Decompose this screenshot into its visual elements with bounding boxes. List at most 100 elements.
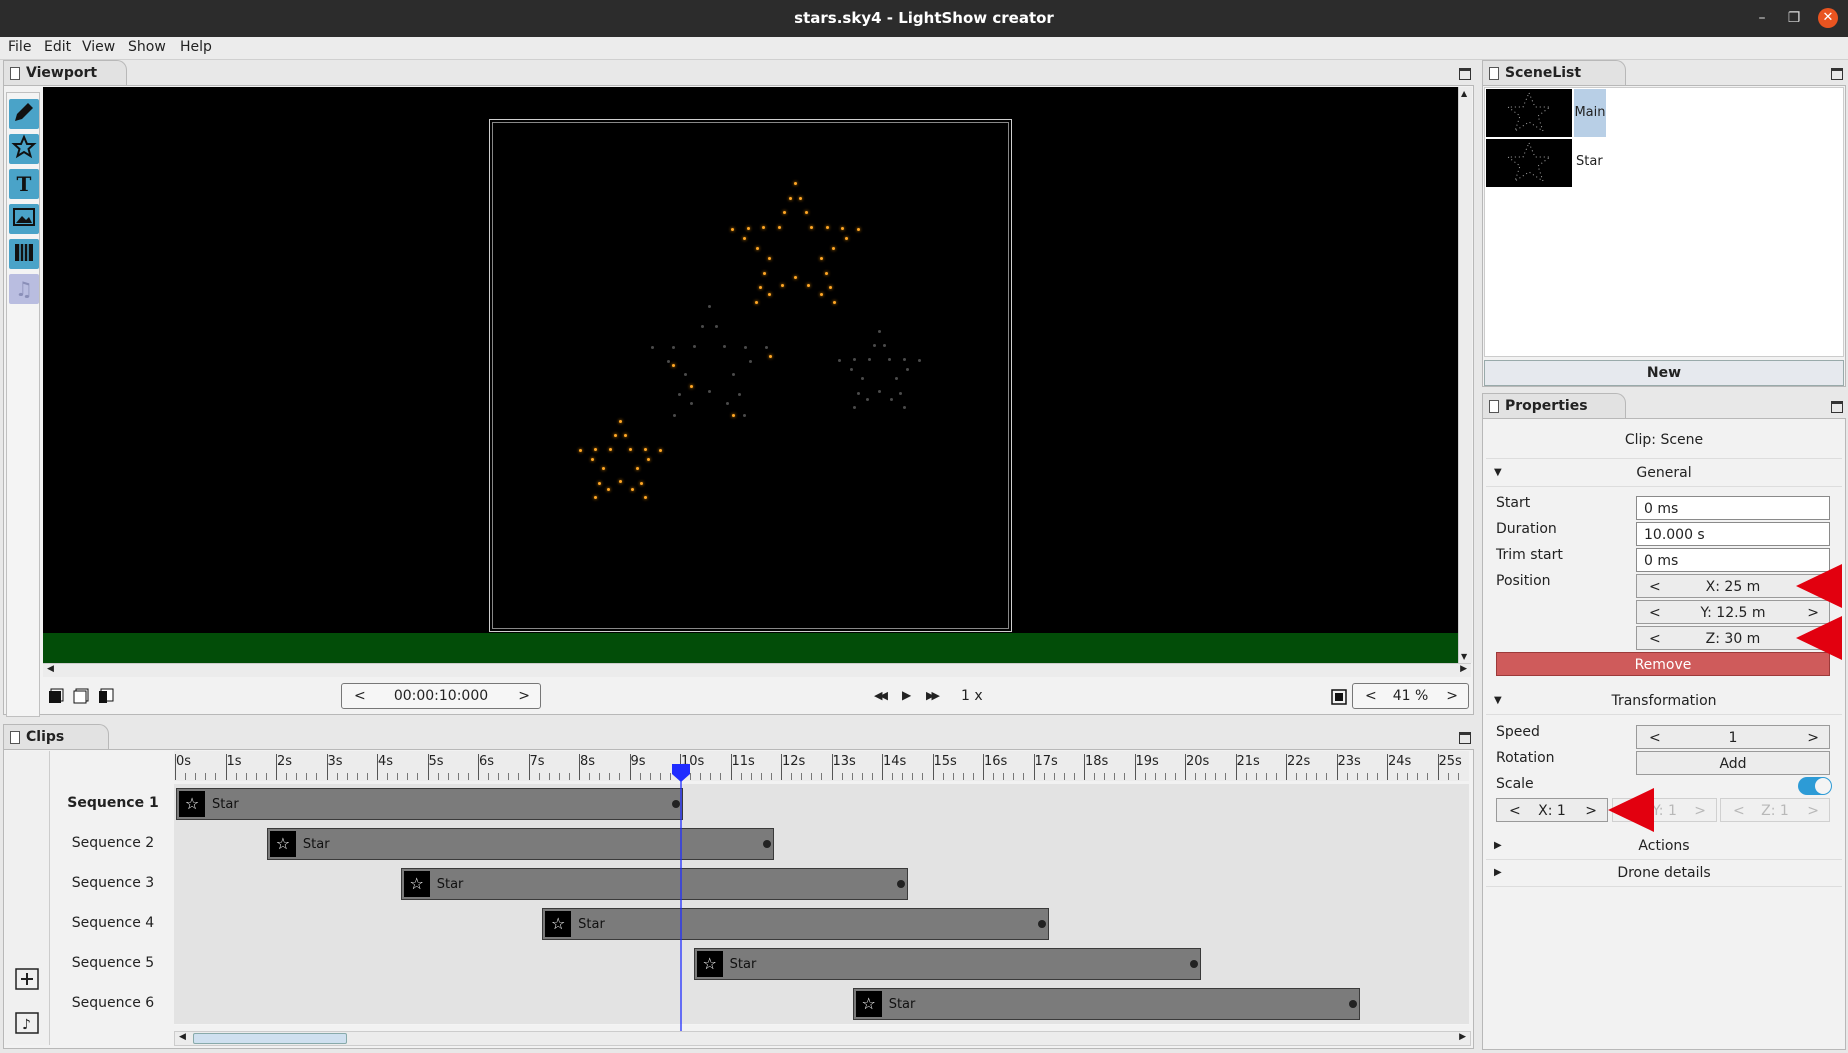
- tick-mark: [225, 754, 227, 780]
- sequence-track[interactable]: ☆ Star: [174, 984, 1469, 1025]
- zoom-field[interactable]: < 41 % >: [1352, 683, 1469, 709]
- general-section-header[interactable]: ▼ General: [1486, 460, 1842, 487]
- actions-section-header[interactable]: ▶ Actions: [1486, 833, 1842, 860]
- scrollbar-thumb[interactable]: [193, 1033, 347, 1044]
- maximize-icon[interactable]: [1459, 732, 1471, 744]
- tick-mark: [1134, 754, 1136, 780]
- tick-mark: [892, 773, 894, 780]
- close-button[interactable]: ✕: [1818, 8, 1838, 28]
- tick-mark: [1053, 773, 1055, 780]
- sequence-label[interactable]: Sequence 4: [52, 915, 174, 931]
- menu-help[interactable]: Help: [180, 39, 212, 55]
- clip-block[interactable]: ☆ Star: [400, 868, 908, 900]
- sequence-track[interactable]: ☆ Star: [174, 944, 1469, 985]
- tick-mark: [1255, 773, 1257, 780]
- drone-light: [613, 433, 617, 437]
- clips-tab[interactable]: Clips: [3, 724, 109, 749]
- sequence-track[interactable]: ☆ Star: [174, 904, 1469, 945]
- fit-view-icon[interactable]: [1330, 688, 1348, 706]
- tick-mark: [1003, 773, 1005, 780]
- properties-tab[interactable]: Properties: [1482, 393, 1626, 418]
- pencil-icon[interactable]: [9, 99, 39, 129]
- sequence-track[interactable]: ☆ Star: [174, 864, 1469, 905]
- transformation-section-header[interactable]: ▼ Transformation: [1486, 688, 1842, 715]
- time-field[interactable]: < 00:00:10:000 >: [341, 683, 541, 709]
- remove-button[interactable]: Remove: [1496, 652, 1830, 676]
- timeline-horizontal-scrollbar[interactable]: ◀ ▶: [174, 1031, 1471, 1046]
- playhead[interactable]: [671, 762, 691, 1031]
- clip-block[interactable]: ☆ Star: [176, 788, 683, 820]
- tick-mark: [1376, 773, 1378, 780]
- drone-light: [672, 364, 675, 367]
- scale-x-stepper[interactable]: < X: 1 >: [1496, 798, 1608, 822]
- camera-side-icon[interactable]: [73, 688, 89, 704]
- fast-forward-button[interactable]: ▶▶: [926, 689, 940, 702]
- sequence-track[interactable]: ☆ Star: [174, 824, 1469, 865]
- increment-button: >: [1694, 803, 1706, 819]
- sequence-label[interactable]: Sequence 5: [52, 955, 174, 971]
- clip-end-handle[interactable]: [762, 840, 771, 848]
- clip-block[interactable]: ☆ Star: [266, 828, 774, 860]
- rewind-button[interactable]: ◀◀: [874, 689, 888, 702]
- drone-light: [725, 401, 729, 405]
- music-icon[interactable]: ♫: [9, 274, 39, 304]
- menu-edit[interactable]: Edit: [44, 39, 71, 55]
- rotation-add-button[interactable]: Add: [1636, 751, 1830, 775]
- duration-field[interactable]: 10.000 s: [1636, 522, 1830, 546]
- scene-item-star[interactable]: Star: [1486, 139, 1610, 187]
- time-next-button[interactable]: >: [518, 684, 530, 708]
- menu-bar: File Edit View Show Help: [0, 37, 1848, 60]
- clip-block[interactable]: ☆ Star: [852, 988, 1360, 1020]
- play-button[interactable]: ▶: [902, 688, 911, 702]
- drone-light: [590, 458, 594, 462]
- tick-mark: [397, 773, 399, 780]
- maximize-icon[interactable]: [1459, 68, 1471, 80]
- duration-label: Duration: [1496, 521, 1557, 537]
- viewport-horizontal-scrollbar[interactable]: ◀ ▶: [43, 663, 1471, 677]
- zoom-in-button[interactable]: >: [1446, 684, 1458, 708]
- tick-label: 17s: [1034, 754, 1058, 769]
- drone-details-section-header[interactable]: ▶ Drone details: [1486, 860, 1842, 887]
- increment-button[interactable]: >: [1807, 726, 1819, 750]
- viewport-vertical-scrollbar[interactable]: ▲ ▼: [1458, 87, 1472, 663]
- menu-view[interactable]: View: [82, 39, 115, 55]
- drone-light: [804, 211, 808, 215]
- speed-stepper[interactable]: < 1 >: [1636, 725, 1830, 749]
- clip-end-handle[interactable]: [1189, 960, 1198, 968]
- image-icon[interactable]: [9, 204, 39, 234]
- maximize-icon[interactable]: [1831, 68, 1843, 80]
- star-icon[interactable]: [9, 134, 39, 164]
- increment-button[interactable]: >: [1585, 799, 1597, 823]
- sequence-label[interactable]: Sequence 2: [52, 835, 174, 851]
- sequence-track[interactable]: ☆ Star: [174, 784, 1469, 825]
- sequence-label[interactable]: Sequence 3: [52, 875, 174, 891]
- menu-file[interactable]: File: [8, 39, 31, 55]
- text-icon[interactable]: T: [9, 169, 39, 199]
- tool-palette: T ♫: [6, 92, 40, 717]
- clip-block[interactable]: ☆ Star: [693, 948, 1201, 980]
- clip-end-handle[interactable]: [896, 880, 905, 888]
- add-audio-icon[interactable]: ♪: [14, 1010, 40, 1036]
- maximize-icon[interactable]: [1831, 401, 1843, 413]
- sequence-label[interactable]: Sequence 1: [52, 795, 174, 811]
- add-sequence-icon[interactable]: [14, 966, 40, 992]
- new-scene-button[interactable]: New: [1484, 360, 1844, 386]
- tick-mark: [1114, 773, 1116, 780]
- film-icon[interactable]: [9, 239, 39, 269]
- tick-label: 11s: [731, 754, 755, 769]
- camera-top-icon[interactable]: [98, 688, 114, 704]
- menu-show[interactable]: Show: [128, 39, 166, 55]
- scenelist-tab[interactable]: SceneList: [1482, 60, 1626, 85]
- start-field[interactable]: 0 ms: [1636, 496, 1830, 520]
- minimize-button[interactable]: –: [1752, 8, 1772, 28]
- drone-light: [878, 330, 881, 333]
- scene-item-main[interactable]: Main: [1486, 89, 1610, 137]
- clip-end-handle[interactable]: [1038, 920, 1047, 928]
- viewport-tab[interactable]: Viewport: [3, 60, 127, 85]
- clip-end-handle[interactable]: [1348, 1000, 1357, 1008]
- camera-front-icon[interactable]: [48, 688, 64, 704]
- restore-button[interactable]: ❐: [1784, 8, 1804, 28]
- scale-uniform-toggle[interactable]: [1798, 777, 1832, 795]
- clip-block[interactable]: ☆ Star: [542, 908, 1050, 940]
- sequence-label[interactable]: Sequence 6: [52, 995, 174, 1011]
